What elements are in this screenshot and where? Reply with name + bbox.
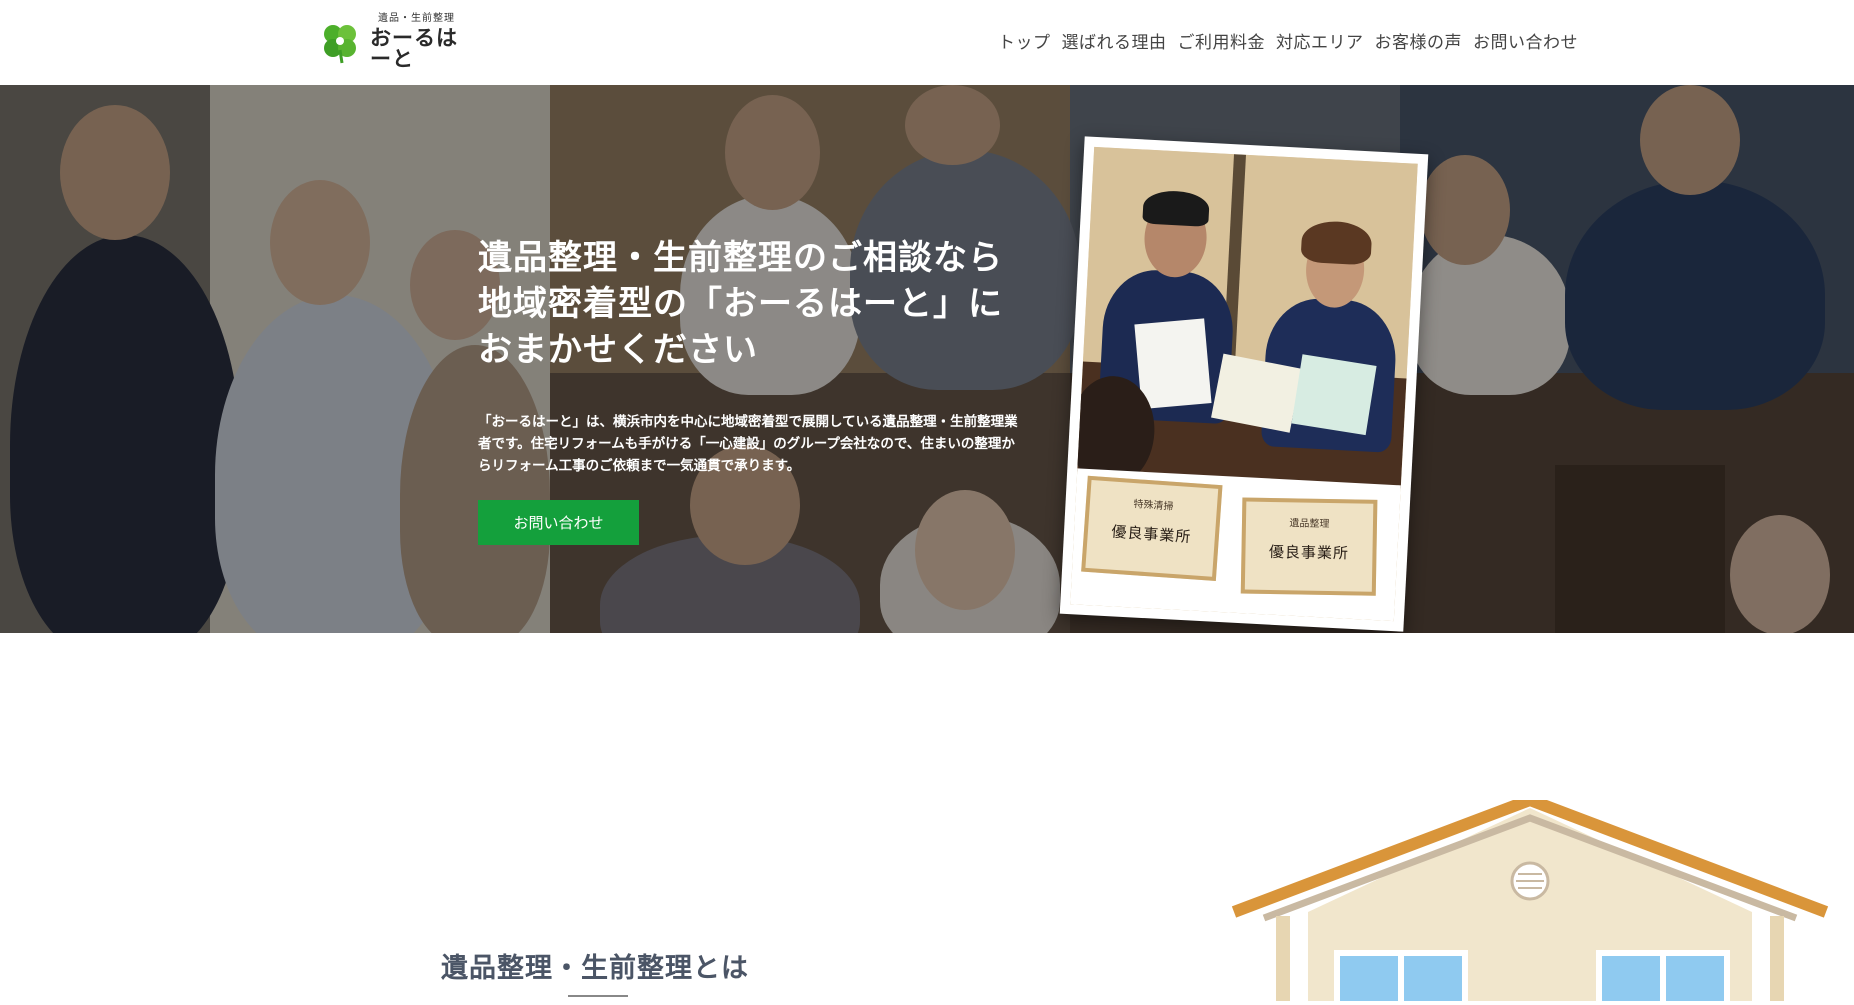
certificate-right-heading: 遺品整理 <box>1289 518 1330 530</box>
clover-logo-icon <box>318 20 362 64</box>
logo-subtitle: 遺品・生前整理 <box>378 13 455 24</box>
certificate-left-title: 優良事業所 <box>1110 522 1192 547</box>
nav-voices[interactable]: お客様の声 <box>1375 28 1463 53</box>
site-logo[interactable]: 遺品・生前整理 おーるはーと <box>318 14 478 70</box>
title-underline <box>568 995 628 997</box>
staff-consultation-photo: 特殊清掃 優良事業所 遺品整理 優良事業所 <box>1059 136 1429 632</box>
hero-section: 遺品整理・生前整理のご相談なら地域密着型の「おーるはーと」におまかせください 「… <box>0 85 1854 633</box>
nav-top[interactable]: トップ <box>998 28 1051 53</box>
hero-headline: 遺品整理・生前整理のご相談なら地域密着型の「おーるはーと」におまかせください <box>478 238 1003 370</box>
nav-pricing[interactable]: ご利用料金 <box>1178 28 1266 53</box>
site-header: 遺品・生前整理 おーるはーと トップ 選ばれる理由 ご利用料金 対応エリア お客… <box>0 0 1854 85</box>
about-section-title: 遺品整理・生前整理とは <box>441 953 749 984</box>
nav-area[interactable]: 対応エリア <box>1276 28 1364 53</box>
logo-wordmark: おーるはーと <box>370 26 458 71</box>
certificate-right-title: 優良事業所 <box>1268 542 1350 563</box>
certificate-left-heading: 特殊清掃 <box>1133 499 1174 513</box>
certificate-left: 特殊清掃 優良事業所 <box>1081 475 1223 581</box>
hero-description: 「おーるはーと」は、横浜市内を中心に地域密着型で展開している遺品整理・生前整理業… <box>478 414 1018 474</box>
house-illustration <box>1228 794 1832 1005</box>
certificate-right: 遺品整理 優良事業所 <box>1240 497 1378 596</box>
contact-button[interactable]: お問い合わせ <box>478 500 639 545</box>
main-nav: トップ 選ばれる理由 ご利用料金 対応エリア お客様の声 お問い合わせ <box>998 28 1578 53</box>
nav-reasons[interactable]: 選ばれる理由 <box>1062 28 1167 53</box>
nav-contact[interactable]: お問い合わせ <box>1473 28 1578 53</box>
